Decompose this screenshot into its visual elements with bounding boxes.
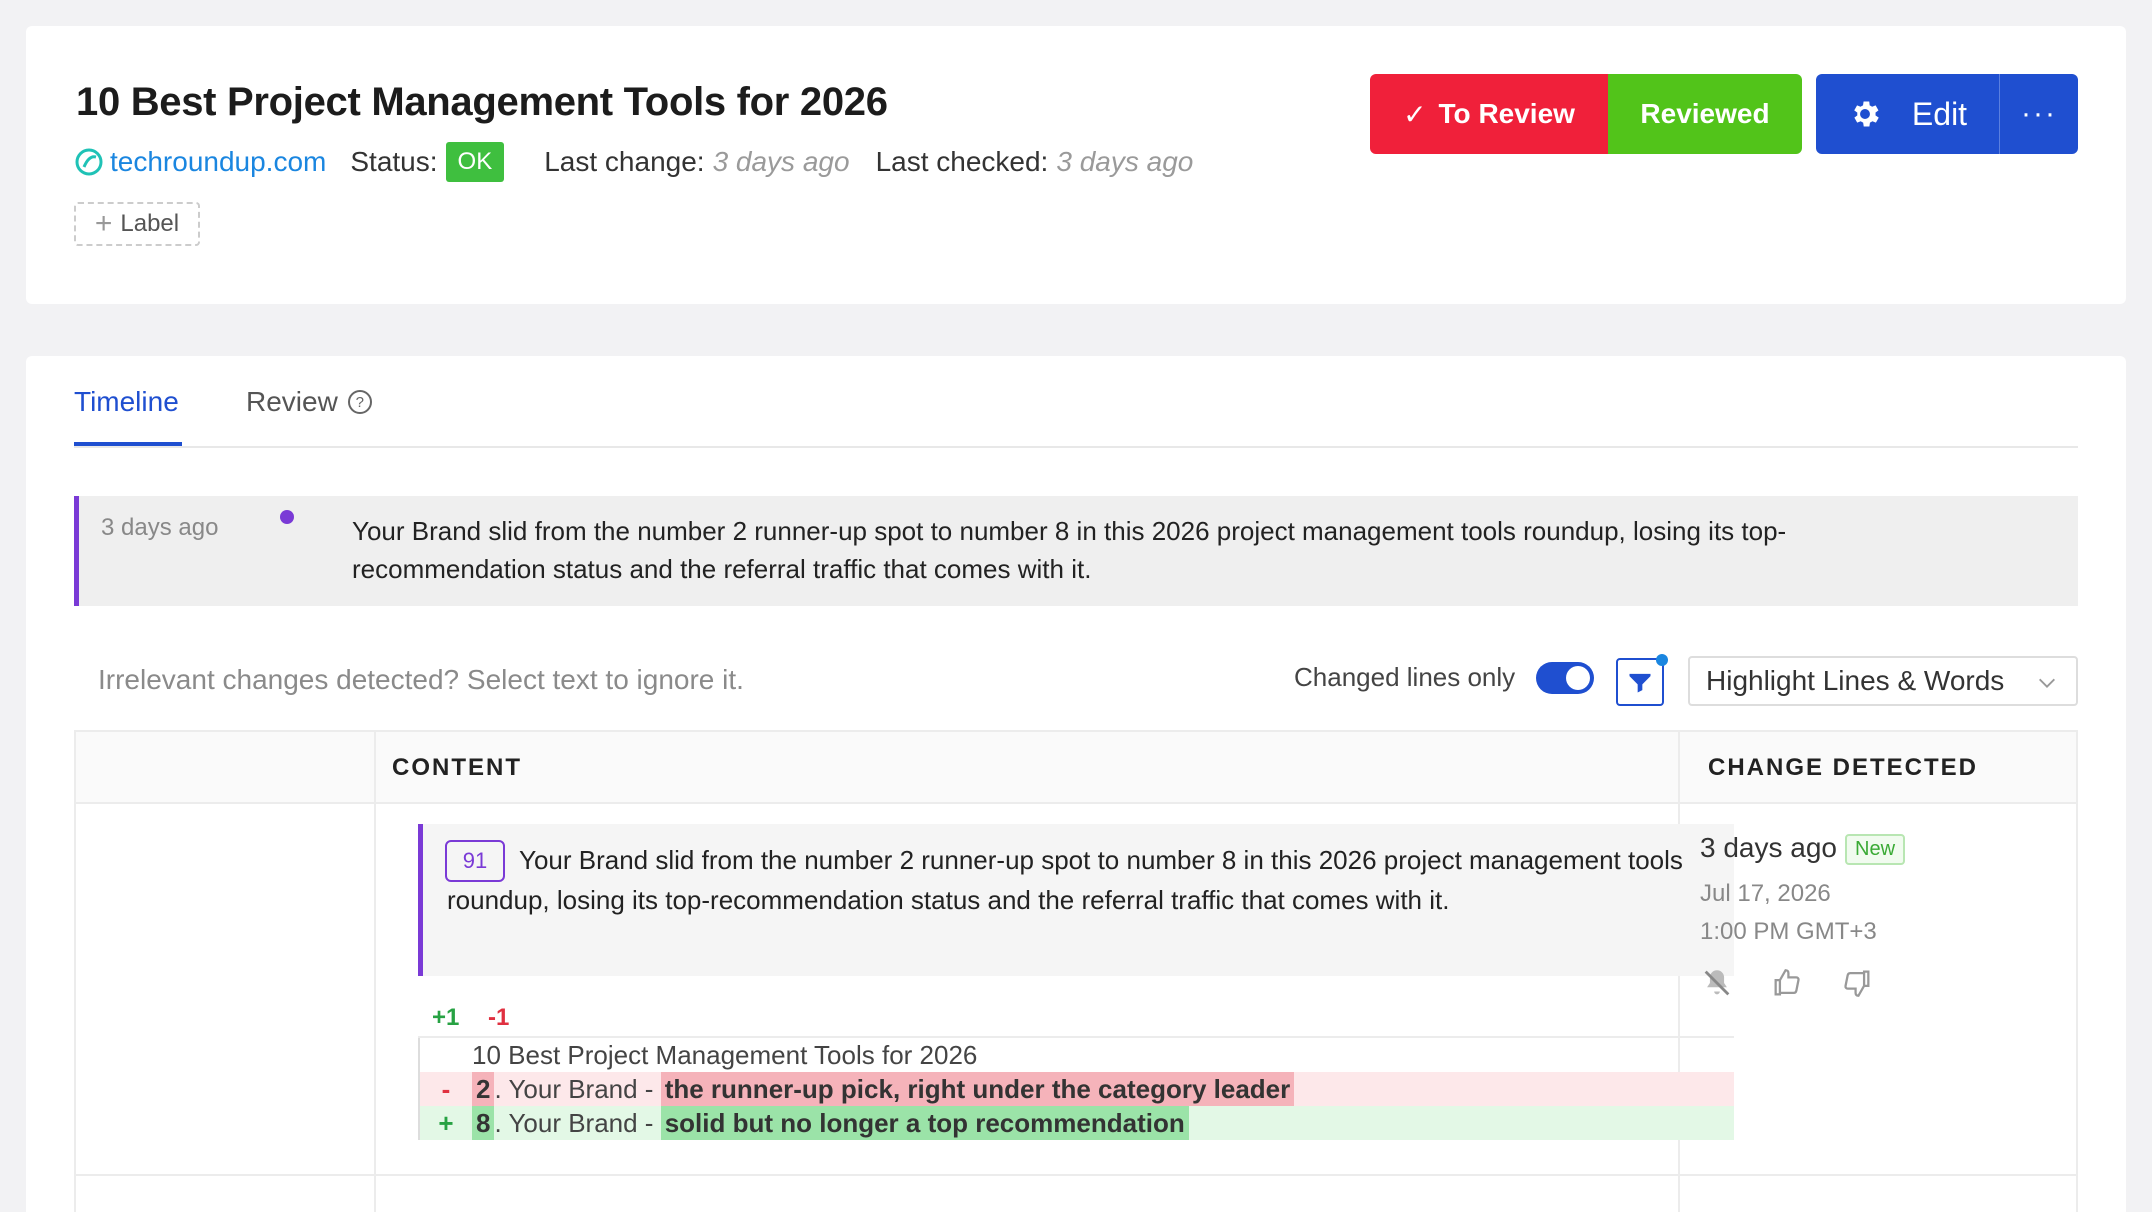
mute-notifications-icon[interactable] [1700,966,1734,1000]
add-label-button[interactable]: + Label [74,202,200,246]
status-label: Status: [350,146,438,177]
diff-added-line: + 8 . Your Brand - solid but no longer a… [418,1106,1734,1140]
gear-icon [1854,101,1879,127]
added-count: +1 [432,1004,460,1031]
to-review-label: To Review [1438,98,1575,129]
added-rank: 8 [472,1106,495,1140]
added-line-middle: . Your Brand - [494,1108,661,1138]
help-icon[interactable]: ? [347,390,372,414]
domain-link[interactable]: techroundup.com [74,146,326,178]
site-favicon-icon [75,148,103,176]
header-change-detected: CHANGE DETECTED [1708,754,1979,781]
change-time: 1:00 PM GMT+3 [1700,918,1877,945]
timeline-dot-icon [280,510,294,524]
toggle-knob [1566,666,1590,690]
reviewed-button[interactable]: Reviewed [1608,74,1802,154]
domain-text: techroundup.com [110,146,327,177]
highlight-mode-select[interactable]: Highlight Lines & Words [1688,656,2078,706]
importance-score-badge: 91 [445,840,505,882]
filter-button[interactable] [1616,654,1668,706]
changed-lines-toggle[interactable] [1536,662,1594,694]
diff-block: 10 Best Project Management Tools for 202… [418,1038,1734,1140]
reviewed-label: Reviewed [1640,98,1770,129]
removed-line-middle: . Your Brand - [494,1074,661,1104]
status-badge: OK [445,142,505,182]
thumbs-up-icon[interactable] [1770,966,1804,1000]
table-header-row: CONTENT CHANGE DETECTED [76,732,2076,804]
tab-review-label: Review [246,386,338,417]
added-text: solid but no longer a top recommendation [660,1106,1189,1140]
removed-rank: 2 [472,1072,495,1106]
plus-icon: + [94,207,113,240]
page-title: 10 Best Project Management Tools for 202… [76,80,888,124]
tab-review[interactable]: Review ? [246,386,372,418]
diff-minus-sign: - [418,1072,472,1106]
removed-count: -1 [488,1004,510,1031]
diff-context-text: 10 Best Project Management Tools for 202… [472,1040,978,1070]
more-options-button[interactable]: ··· [2000,74,2078,154]
new-badge: New [1845,834,1906,866]
last-change-value: 3 days ago [712,146,850,177]
changed-lines-label: Changed lines only [1294,662,1516,692]
ignore-hint: Irrelevant changes detected? Select text… [98,664,744,695]
change-time-ago: 3 days ago New [1700,832,1906,866]
diff-removed-line: - 2 . Your Brand - the runner-up pick, r… [418,1072,1734,1106]
removed-text: the runner-up pick, right under the cate… [660,1072,1295,1106]
highlight-mode-value: Highlight Lines & Words [1706,665,2005,696]
quote-text: Your Brand slid from the number 2 runner… [447,845,1683,915]
active-tab-indicator [74,442,182,446]
row-divider [76,1174,2076,1176]
tab-bar: Timeline Review ? [74,356,2078,448]
chevron-down-icon [2039,678,2055,688]
review-status-toggle: ✓ To Review Reviewed [1370,74,1802,154]
last-checked-value: 3 days ago [1056,146,1194,177]
last-change-label: Last change: [544,146,705,177]
thumbs-down-icon[interactable] [1840,966,1874,1000]
change-quote: Your Brand slid from the number 2 runner… [418,824,1734,976]
diff-plus-sign: + [418,1106,472,1140]
ai-summary: 3 days ago Your Brand slid from the numb… [74,496,2078,606]
summary-text: Your Brand slid from the number 2 runner… [352,516,1787,584]
tab-timeline-label: Timeline [74,386,179,417]
filter-active-dot [1656,654,1668,666]
edit-button[interactable]: Edit [1816,74,2000,154]
change-actions [1700,966,1910,1000]
main-card: Timeline Review ? 3 days ago Your Brand … [26,356,2126,1212]
change-ago-text: 3 days ago [1700,832,1837,863]
header-content: CONTENT [392,754,522,781]
diff-context-line: 10 Best Project Management Tools for 202… [418,1038,1734,1072]
edit-button-group: Edit ··· [1816,74,2078,154]
last-checked-label: Last checked: [875,146,1049,177]
diff-gutter [418,1038,472,1072]
diff-counts: +1 -1 [432,1004,509,1032]
add-label-text: Label [120,210,180,237]
summary-time: 3 days ago [101,514,219,541]
change-date: Jul 17, 2026 [1700,880,1831,907]
meta-row: techroundup.com Status: OK Last change: … [74,138,1219,186]
column-divider [374,732,376,1212]
edit-label: Edit [1911,95,1968,132]
filter-icon [1629,673,1651,693]
checkmark-icon: ✓ [1403,98,1427,130]
page-header-card: 10 Best Project Management Tools for 202… [26,26,2126,304]
changes-table: CONTENT CHANGE DETECTED Your Brand slid … [74,730,2078,1212]
tab-timeline[interactable]: Timeline [74,386,179,418]
to-review-button[interactable]: ✓ To Review [1370,74,1608,154]
